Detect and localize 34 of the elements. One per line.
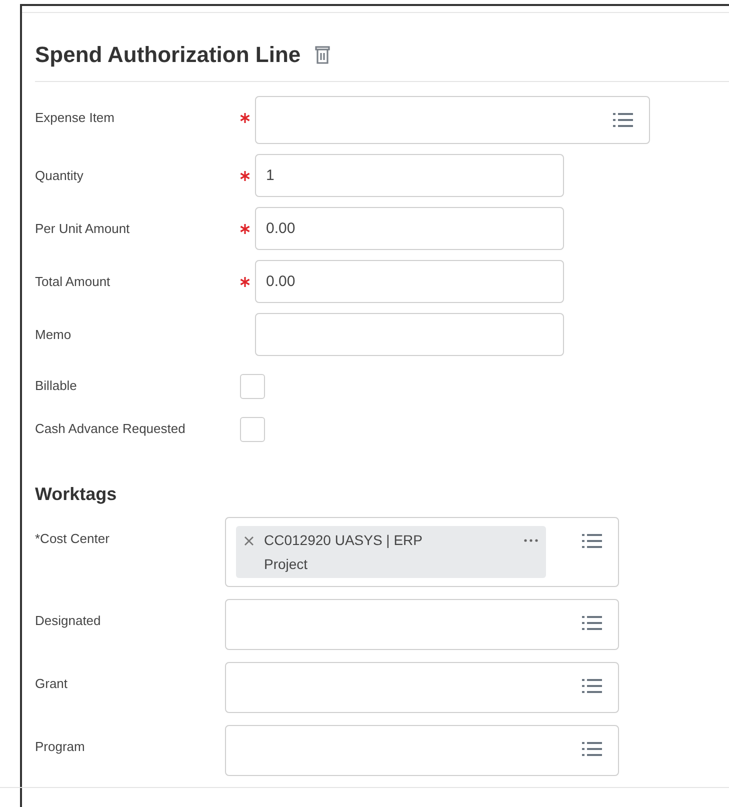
tag-text: CC012920 UASYS | ERP Project bbox=[264, 531, 424, 574]
section-title: Worktags bbox=[35, 484, 118, 505]
checkbox[interactable] bbox=[240, 417, 265, 442]
list-icon[interactable] bbox=[582, 615, 602, 631]
checkbox[interactable] bbox=[240, 374, 265, 399]
field-label: Total Amount bbox=[35, 273, 112, 289]
field-label: Designated bbox=[35, 612, 102, 628]
prompt-field[interactable]: CC012920 UASYS | ERP Project bbox=[225, 517, 619, 587]
field-label: Grant bbox=[35, 675, 69, 691]
field-label: Billable bbox=[35, 377, 78, 393]
input-field[interactable] bbox=[255, 313, 564, 356]
prompt-field[interactable] bbox=[225, 662, 619, 713]
field-label: Cash Advance Requested bbox=[35, 420, 186, 436]
field-label: Quantity bbox=[35, 167, 84, 183]
tag-chip[interactable]: CC012920 UASYS | ERP Project bbox=[236, 526, 546, 578]
more-icon[interactable] bbox=[524, 539, 538, 542]
field-label: Per Unit Amount bbox=[35, 220, 131, 236]
field-label: *Cost Center bbox=[35, 530, 110, 546]
field-label: Memo bbox=[35, 326, 72, 342]
input-field[interactable]: 0.00 bbox=[255, 260, 564, 303]
expense-item-field[interactable] bbox=[255, 96, 650, 144]
remove-icon[interactable] bbox=[244, 536, 254, 546]
trash-icon[interactable] bbox=[314, 46, 330, 64]
prompt-field[interactable] bbox=[225, 725, 619, 776]
form-title: Spend Authorization Line bbox=[35, 42, 301, 68]
prompt-field[interactable] bbox=[225, 599, 619, 650]
list-icon[interactable] bbox=[582, 741, 602, 757]
field-label: Program bbox=[35, 738, 86, 754]
list-icon[interactable] bbox=[582, 533, 602, 549]
list-icon[interactable] bbox=[613, 112, 633, 128]
list-icon[interactable] bbox=[582, 678, 602, 694]
input-field[interactable]: 0.00 bbox=[255, 207, 564, 250]
field-label: Expense Item bbox=[35, 109, 116, 125]
input-field[interactable]: 1 bbox=[255, 154, 564, 197]
